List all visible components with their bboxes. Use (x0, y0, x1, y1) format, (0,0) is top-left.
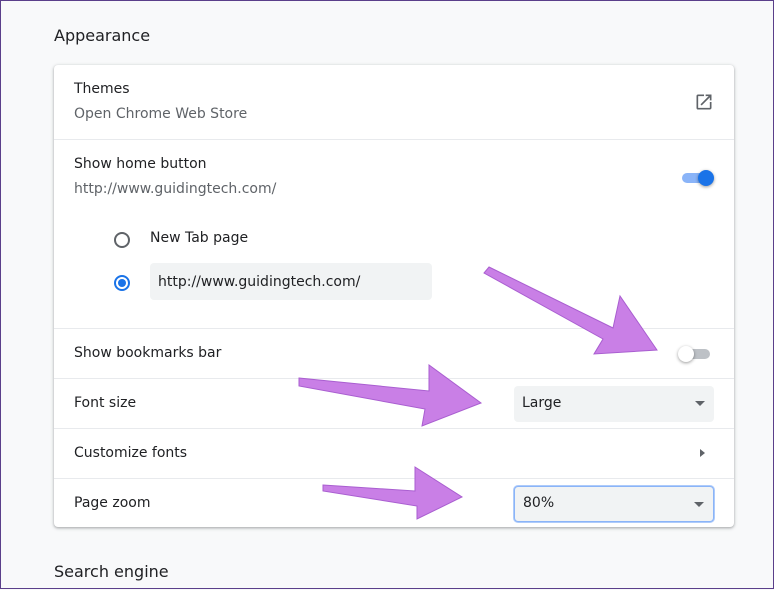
appearance-section-title: Appearance (54, 26, 151, 45)
new-tab-radio[interactable] (114, 232, 130, 248)
arrow-right-icon (700, 449, 705, 457)
home-button-toggle[interactable] (680, 170, 714, 186)
chevron-down-icon (695, 401, 705, 406)
home-button-label: Show home button (74, 156, 207, 172)
themes-sublabel: Open Chrome Web Store (74, 106, 248, 122)
appearance-card: Themes Open Chrome Web Store Show home b… (54, 65, 734, 527)
font-size-select[interactable]: Large (514, 386, 714, 422)
external-link-icon[interactable] (694, 92, 714, 112)
themes-label: Themes (74, 81, 130, 97)
home-button-sublabel: http://www.guidingtech.com/ (74, 181, 277, 197)
page-zoom-row: Page zoom 80% (54, 478, 734, 527)
font-size-label: Font size (74, 395, 137, 411)
home-button-row: Show home button http://www.guidingtech.… (54, 139, 734, 328)
page-zoom-value: 80% (523, 495, 555, 511)
toggle-knob (698, 170, 714, 186)
customize-fonts-label: Customize fonts (74, 445, 188, 461)
page-zoom-select[interactable]: 80% (514, 486, 714, 522)
bookmarks-bar-row: Show bookmarks bar (54, 328, 734, 378)
bookmarks-bar-label: Show bookmarks bar (74, 345, 222, 361)
customize-fonts-row[interactable]: Customize fonts (54, 428, 734, 478)
custom-url-radio[interactable] (114, 275, 130, 291)
custom-url-input[interactable] (150, 263, 432, 300)
font-size-row: Font size Large (54, 378, 734, 428)
toggle-knob (678, 346, 694, 362)
new-tab-radio-label[interactable]: New Tab page (150, 230, 248, 246)
chevron-down-icon (694, 502, 704, 507)
bookmarks-bar-toggle[interactable] (678, 346, 712, 362)
font-size-value: Large (522, 395, 562, 411)
themes-row[interactable]: Themes Open Chrome Web Store (54, 65, 734, 139)
page-zoom-label: Page zoom (74, 495, 151, 511)
search-engine-section-title: Search engine (54, 562, 169, 581)
